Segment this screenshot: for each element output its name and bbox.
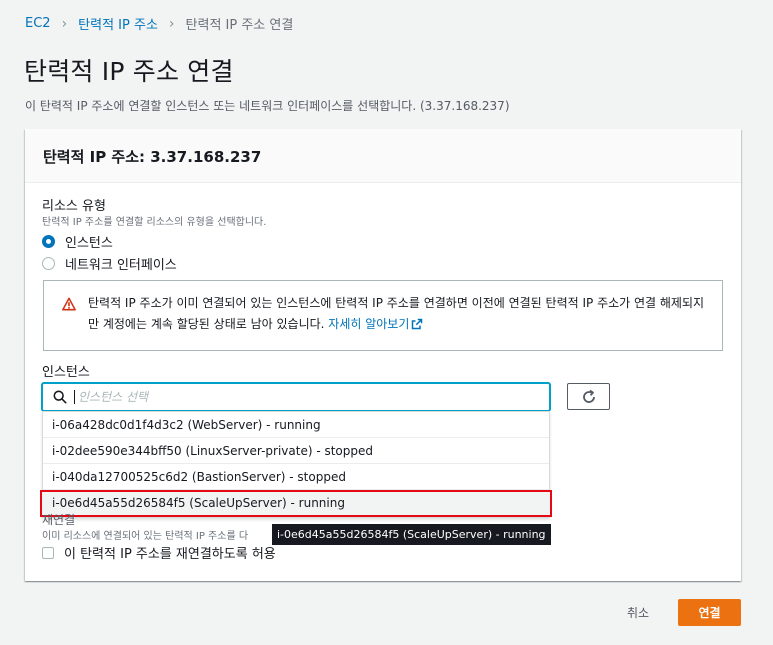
- instance-search[interactable]: [42, 383, 550, 411]
- cancel-button[interactable]: 취소: [610, 599, 666, 626]
- panel-header: 탄력적 IP 주소: 3.37.168.237: [25, 129, 741, 183]
- reassociation-description: 이미 리소스에 연결되어 있는 탄력적 IP 주소를 다: [42, 531, 249, 542]
- instance-option[interactable]: i-02dee590e344bff50 (LinuxServer-private…: [43, 438, 549, 464]
- chevron-right-icon: ›: [61, 15, 68, 32]
- breadcrumb: EC2 › 탄력적 IP 주소 › 탄력적 IP 주소 연결: [25, 14, 294, 34]
- warning-icon: [62, 297, 76, 311]
- chevron-right-icon: ›: [168, 15, 175, 32]
- instance-option[interactable]: i-06a428dc0d1f4d3c2 (WebServer) - runnin…: [43, 412, 549, 438]
- radio-network-interface[interactable]: 네트워크 인터페이스: [42, 254, 177, 273]
- page-title: 탄력적 IP 주소 연결: [24, 57, 234, 86]
- instance-option[interactable]: i-040da12700525c6d2 (BastionServer) - st…: [43, 464, 549, 490]
- warning-alert: 탄력적 IP 주소가 이미 연결되어 있는 인스턴스에 탄력적 IP 주소를 연…: [43, 280, 723, 351]
- text-caret: [74, 390, 75, 404]
- radio-checked-icon[interactable]: [42, 235, 55, 248]
- instance-search-input[interactable]: [78, 390, 478, 404]
- refresh-icon: [582, 389, 595, 403]
- reassociation-checkbox-row[interactable]: 이 탄력적 IP 주소를 재연결하도록 허용: [42, 543, 276, 562]
- connect-button[interactable]: 연결: [678, 599, 741, 626]
- radio-network-interface-label: 네트워크 인터페이스: [65, 258, 177, 273]
- reassociation-checkbox-label: 이 탄력적 IP 주소를 재연결하도록 허용: [64, 547, 276, 562]
- option-tooltip: i-0e6d45a55d26584f5 (ScaleUpServer) - ru…: [272, 524, 551, 545]
- refresh-button[interactable]: [567, 383, 610, 410]
- breadcrumb-elastic-ip-link[interactable]: 탄력적 IP 주소: [78, 14, 158, 33]
- page-description: 이 탄력적 IP 주소에 연결할 인스턴스 또는 네트워크 인터페이스를 선택합…: [25, 99, 510, 113]
- instance-dropdown: i-06a428dc0d1f4d3c2 (WebServer) - runnin…: [40, 411, 552, 518]
- radio-instance[interactable]: 인스턴스: [42, 232, 113, 251]
- instance-label: 인스턴스: [42, 365, 90, 380]
- associate-panel: 탄력적 IP 주소: 3.37.168.237 리소스 유형 탄력적 IP 주소…: [25, 129, 741, 581]
- learn-more-label: 자세히 알아보기: [328, 317, 410, 331]
- resource-type-label: 리소스 유형: [42, 199, 106, 214]
- reassociation-checkbox[interactable]: [42, 546, 54, 559]
- resource-type-description: 탄력적 IP 주소를 연결할 리소스의 유형을 선택합니다.: [42, 217, 267, 228]
- radio-instance-label: 인스턴스: [65, 236, 113, 251]
- reassociation-label: 재연결: [42, 513, 76, 527]
- instance-option-highlighted[interactable]: i-0e6d45a55d26584f5 (ScaleUpServer) - ru…: [40, 490, 552, 517]
- breadcrumb-ec2-link[interactable]: EC2: [25, 16, 51, 31]
- search-icon: [53, 390, 67, 404]
- breadcrumb-current: 탄력적 IP 주소 연결: [185, 18, 294, 33]
- learn-more-link[interactable]: 자세히 알아보기: [328, 317, 423, 331]
- radio-unchecked-icon[interactable]: [42, 257, 55, 270]
- panel-title: 탄력적 IP 주소: 3.37.168.237: [43, 148, 262, 166]
- external-link-icon: [412, 318, 423, 330]
